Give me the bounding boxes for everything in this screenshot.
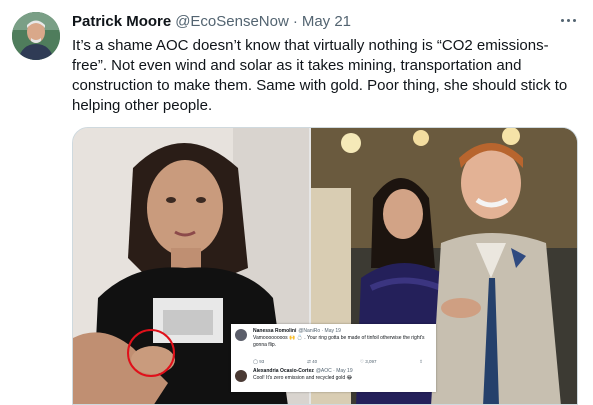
tweet-header: Patrick Moore @EcoSenseNow · May 21 [72, 13, 351, 33]
reply-count: 93 [259, 359, 265, 364]
embedded-quote-avatar [235, 370, 247, 382]
embedded-reply-stats: ◯ 93 ⇄ 40 ♡ 3,097 ⇪ [253, 359, 423, 365]
share-icon: ⇪ [419, 359, 423, 364]
more-horizontal-icon[interactable] [556, 10, 580, 30]
like-count: 3,097 [365, 359, 377, 364]
profile-avatar[interactable] [12, 12, 60, 60]
embedded-quote-text: Cool! It's zero emission and recycled go… [253, 375, 353, 381]
retweet-count-icon: ⇄ 40 [307, 359, 318, 364]
ring-highlight-circle [127, 329, 175, 377]
avatar-image [12, 12, 60, 60]
embedded-reply-handle: @NaniRo · May 19 [298, 328, 341, 334]
embedded-tweet-screenshot: Nanessa Romolini @NaniRo · May 19 Vamoooo… [231, 324, 436, 392]
embedded-reply-name: Nanessa Romolini @NaniRo · May 19 [253, 328, 341, 334]
reply-count-icon: ◯ 93 [253, 359, 265, 364]
like-count-icon: ♡ 3,097 [359, 359, 377, 364]
tweet-text: It’s a shame AOC doesn’t know that virtu… [72, 37, 568, 114]
embedded-quote-name: Alexandria Ocasio-Cortez @AOC · May 19 [253, 368, 353, 374]
embedded-reply-text: Vamoooooooos 🙌 💍 . Your ring gotta be ma… [253, 335, 425, 348]
embedded-reply-avatar [235, 329, 247, 341]
retweet-count: 40 [312, 359, 318, 364]
separator-dot: · [292, 13, 298, 30]
tweet-date[interactable]: May 21 [302, 13, 351, 30]
tweet[interactable]: Patrick Moore @EcoSenseNow · May 21 It’s… [0, 0, 593, 405]
embedded-reply-display-name: Nanessa Romolini [253, 328, 297, 334]
embedded-quote-handle: @AOC · May 19 [315, 368, 353, 374]
user-handle[interactable]: @EcoSenseNow [175, 13, 289, 30]
display-name[interactable]: Patrick Moore [72, 13, 171, 30]
embedded-quote-display-name: Alexandria Ocasio-Cortez [253, 368, 314, 374]
